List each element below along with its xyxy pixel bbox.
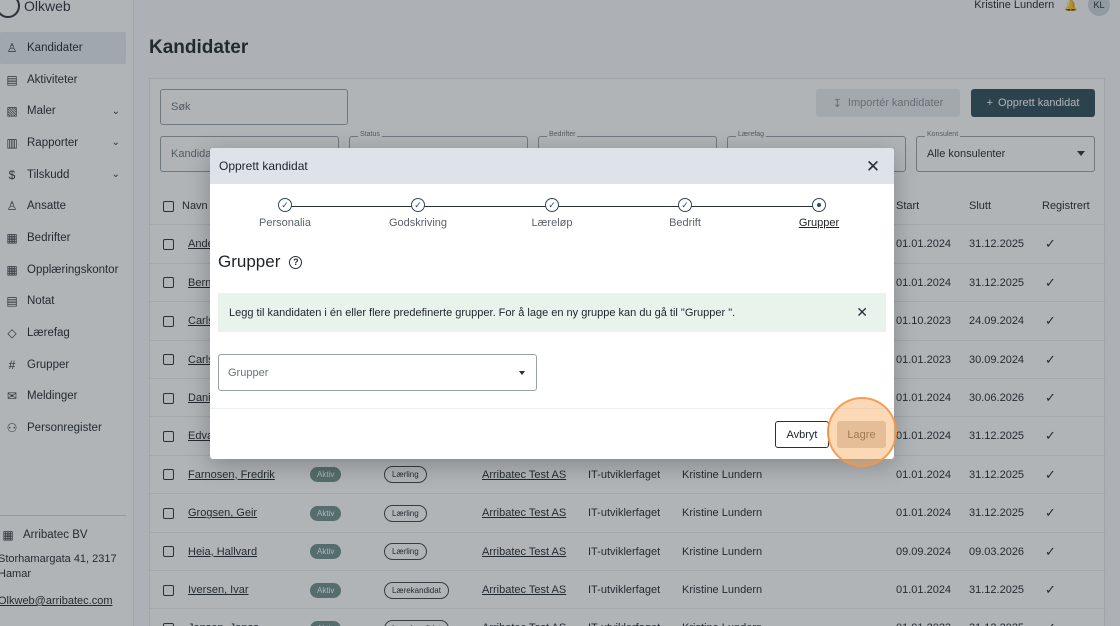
check-circle-icon: ✓ <box>278 198 292 212</box>
current-step-icon <box>812 198 826 212</box>
stepper: ✓ Personalia ✓ Godskriving ✓ Læreløp ✓ Bedrift G… <box>210 198 894 234</box>
step-label: Læreløp <box>531 217 573 229</box>
step-bedrift[interactable]: ✓ Bedrift <box>625 198 745 229</box>
info-alert: Legg til kandidaten i én eller flere pre… <box>218 293 886 332</box>
dialog-divider <box>210 408 894 409</box>
close-icon[interactable]: ✕ <box>864 157 882 175</box>
dialog-header: Opprett kandidat ✕ <box>210 148 894 184</box>
step-label: Personalia <box>259 217 311 229</box>
caret-down-icon <box>519 371 525 375</box>
groups-select-placeholder: Grupper <box>228 366 269 379</box>
check-circle-icon: ✓ <box>411 198 425 212</box>
dialog-title: Opprett kandidat <box>219 159 308 173</box>
section-title: Grupper ? <box>218 252 303 272</box>
create-candidate-dialog: Opprett kandidat ✕ ✓ Personalia ✓ Godskrivi… <box>210 148 894 459</box>
info-alert-text: Legg til kandidaten i én eller flere pre… <box>229 306 736 319</box>
help-icon[interactable]: ? <box>289 255 303 269</box>
click-highlight <box>827 397 897 467</box>
step-personalia[interactable]: ✓ Personalia <box>225 198 345 229</box>
step-label: Bedrift <box>669 217 701 229</box>
check-circle-icon: ✓ <box>678 198 692 212</box>
step-label: Grupper <box>798 217 840 229</box>
step-læreløp[interactable]: ✓ Læreløp <box>492 198 612 229</box>
step-label: Godskriving <box>388 217 448 229</box>
step-grupper[interactable]: Grupper <box>759 198 879 229</box>
groups-select[interactable]: Grupper <box>218 354 537 391</box>
check-circle-icon: ✓ <box>545 198 559 212</box>
cancel-button[interactable]: Avbryt <box>775 421 829 448</box>
step-godskriving[interactable]: ✓ Godskriving <box>358 198 478 229</box>
section-title-text: Grupper <box>218 252 281 271</box>
close-icon[interactable]: ✕ <box>856 305 868 319</box>
